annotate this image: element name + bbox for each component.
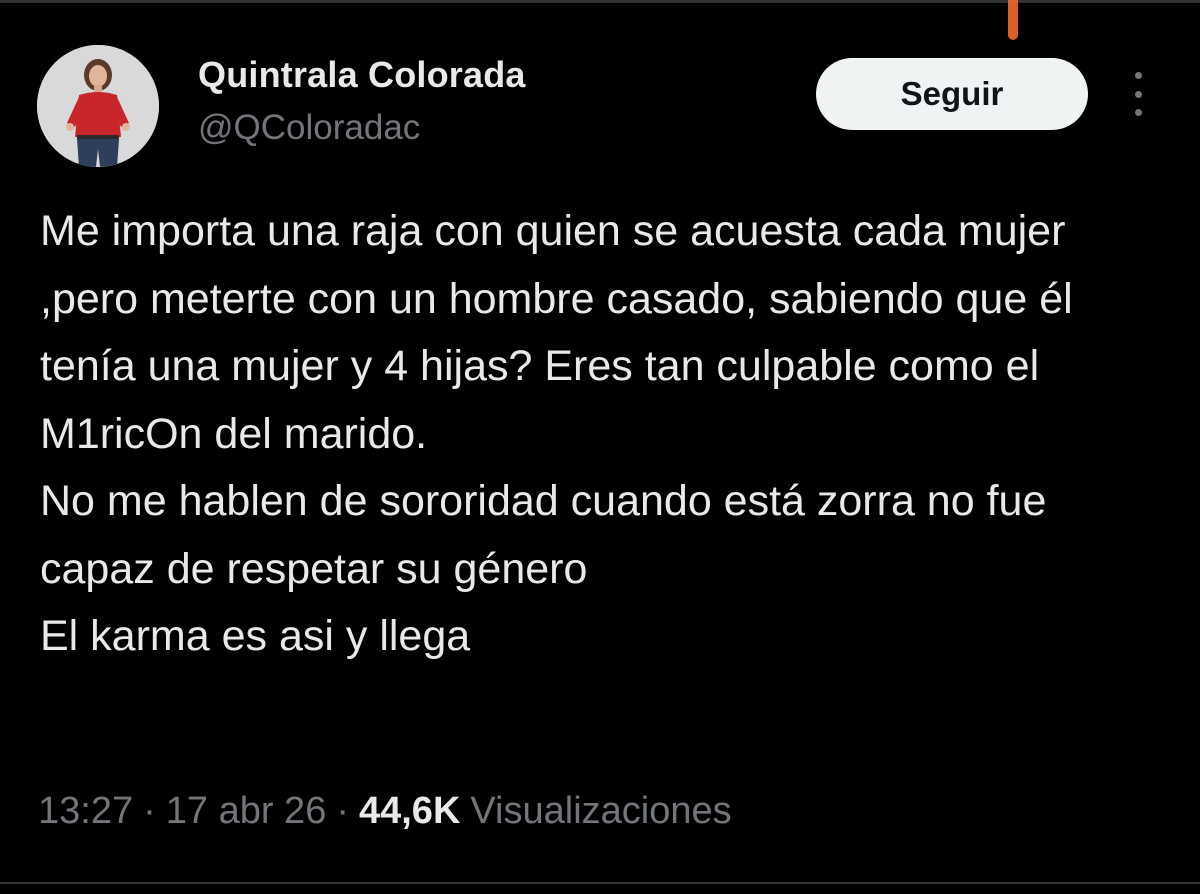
annotation-mark [1008,0,1018,40]
more-dot [1134,72,1142,79]
tweet-date[interactable]: 17 abr 26 [166,790,327,833]
meta-separator: · [143,790,156,832]
views-count[interactable]: 44,6K [359,790,460,833]
author-handle[interactable]: @QColoradac [198,108,420,148]
tweet-time[interactable]: 13:27 [38,790,133,833]
author-name[interactable]: Quintrala Colorada [198,54,526,96]
tweet-meta: 13:27 · 17 abr 26 · 44,6K Visualizacione… [38,790,732,833]
more-dot [1134,90,1142,98]
more-options-icon[interactable] [1126,72,1150,116]
views-label: Visualizaciones [470,790,732,832]
avatar-image [37,45,159,167]
follow-button[interactable]: Seguir [816,58,1088,130]
bottom-divider [0,882,1200,884]
top-divider [0,0,1200,3]
more-dot [1134,109,1142,116]
meta-separator: · [336,790,349,832]
author-avatar[interactable] [37,45,159,167]
tweet-text: Me importa una raja con quien se acuesta… [40,207,1073,660]
